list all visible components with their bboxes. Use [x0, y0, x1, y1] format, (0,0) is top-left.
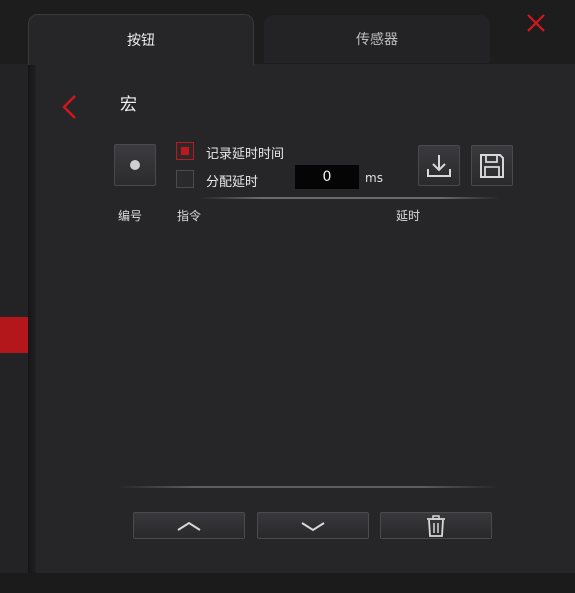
record-dot-icon: [130, 160, 140, 170]
tab-sensor[interactable]: 传感器: [264, 15, 490, 63]
column-header-delay: 延时: [396, 209, 421, 223]
chevron-down-icon: [301, 521, 325, 531]
checkbox-checked-mark: [181, 147, 189, 155]
assign-delay-label: 分配延时: [206, 175, 259, 190]
delete-button[interactable]: [380, 512, 492, 539]
record-delay-label: 记录延时时间: [206, 147, 285, 162]
download-button[interactable]: [418, 145, 460, 186]
page-title: 宏: [120, 95, 137, 115]
column-header-number: 编号: [118, 209, 143, 223]
delay-unit: ms: [365, 171, 383, 185]
record-button[interactable]: [114, 144, 156, 186]
bottom-bar: [0, 573, 575, 593]
move-down-button[interactable]: [257, 512, 369, 539]
back-button[interactable]: [58, 94, 82, 122]
floppy-save-icon: [480, 153, 504, 178]
footer-divider: [118, 486, 498, 488]
download-icon: [427, 154, 451, 177]
save-button[interactable]: [471, 145, 513, 186]
chevron-left-icon: [62, 95, 76, 119]
macro-panel: [36, 64, 575, 573]
sidebar-shadow: [28, 64, 36, 573]
tab-buttons-label: 按钮: [127, 33, 155, 49]
trash-icon: [427, 514, 445, 537]
header-divider: [200, 197, 500, 199]
sidebar-selected-indicator[interactable]: [0, 317, 28, 353]
tab-buttons[interactable]: 按钮: [28, 14, 254, 65]
close-icon: [527, 14, 545, 32]
chevron-up-icon: [177, 521, 201, 531]
move-up-button[interactable]: [133, 512, 245, 539]
record-delay-checkbox[interactable]: [176, 142, 194, 160]
assign-delay-checkbox[interactable]: [176, 170, 194, 188]
tab-sensor-label: 传感器: [356, 32, 398, 48]
column-header-command: 指令: [177, 209, 202, 223]
close-button[interactable]: [522, 10, 550, 38]
delay-input[interactable]: [295, 165, 359, 189]
